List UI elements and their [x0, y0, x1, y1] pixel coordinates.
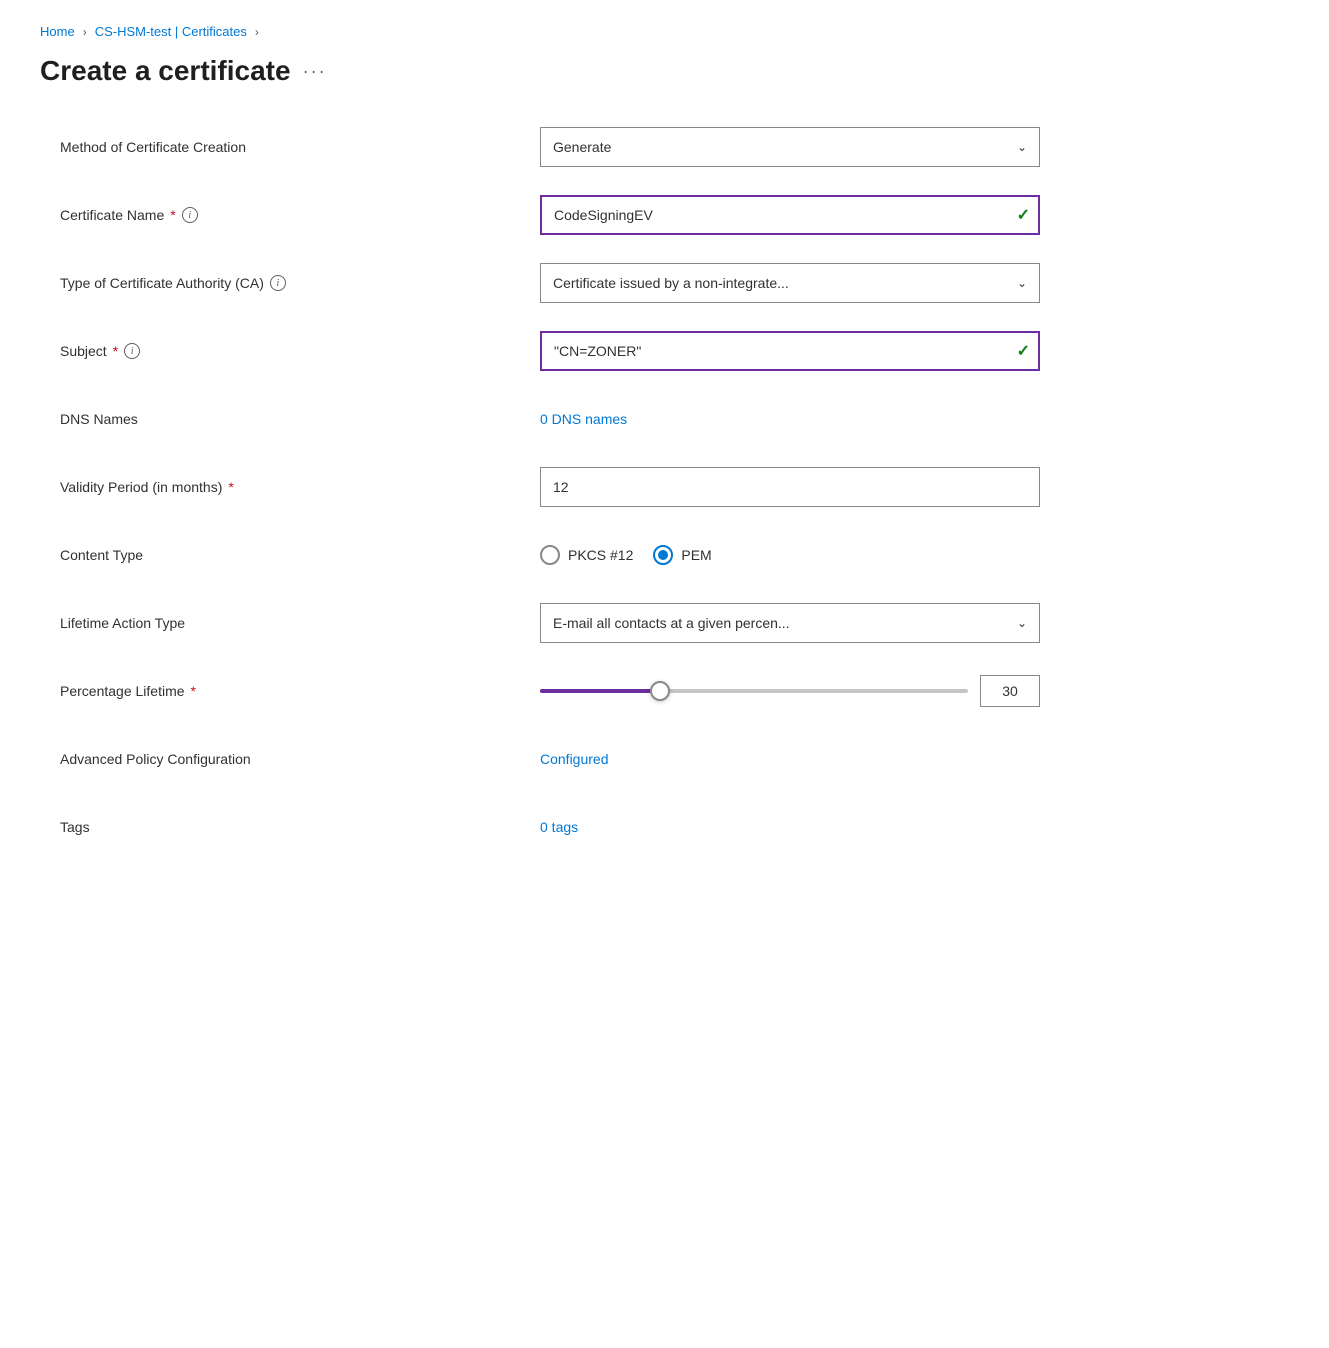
advanced-policy-link[interactable]: Configured — [540, 751, 609, 767]
label-percentage: Percentage Lifetime * — [60, 683, 540, 699]
page-header: Create a certificate ··· — [40, 55, 1289, 87]
label-validity: Validity Period (in months) * — [60, 479, 540, 495]
control-validity — [540, 467, 1140, 507]
select-ca-type[interactable]: Certificate issued by a non-integrate...… — [540, 263, 1040, 303]
select-ca-type-value: Certificate issued by a non-integrate... — [553, 275, 789, 291]
info-icon-subject[interactable]: i — [124, 343, 140, 359]
form-row-percentage: Percentage Lifetime * 30 — [60, 671, 1140, 711]
label-subject: Subject * i — [60, 343, 540, 359]
form-row-method: Method of Certificate Creation Generate … — [60, 127, 1140, 167]
chevron-down-icon: ⌄ — [1017, 140, 1027, 154]
label-dns: DNS Names — [60, 411, 540, 427]
label-tags: Tags — [60, 819, 540, 835]
radio-inner-pem — [658, 550, 668, 560]
control-percentage: 30 — [540, 675, 1140, 707]
radio-label-pem: PEM — [681, 547, 711, 563]
select-method[interactable]: Generate ⌄ — [540, 127, 1040, 167]
radio-pkcs12[interactable]: PKCS #12 — [540, 545, 633, 565]
select-method-value: Generate — [553, 139, 611, 155]
slider-thumb-percentage[interactable] — [650, 681, 670, 701]
check-mark-cert-name: ✓ — [1017, 205, 1030, 225]
chevron-down-icon-ca: ⌄ — [1017, 276, 1027, 290]
control-cert-name: ✓ — [540, 195, 1140, 235]
control-subject: ✓ — [540, 331, 1140, 371]
label-lifetime-action: Lifetime Action Type — [60, 615, 540, 631]
breadcrumb-separator-1: › — [83, 25, 87, 39]
form-row-cert-name: Certificate Name * i ✓ — [60, 195, 1140, 235]
required-star-percentage: * — [191, 683, 196, 699]
select-lifetime-action-value: E-mail all contacts at a given percen... — [553, 615, 790, 631]
form-row-dns: DNS Names 0 DNS names — [60, 399, 1140, 439]
more-options-icon[interactable]: ··· — [303, 61, 327, 82]
input-cert-name-wrapper: ✓ — [540, 195, 1040, 235]
form-row-ca-type: Type of Certificate Authority (CA) i Cer… — [60, 263, 1140, 303]
subject-input[interactable] — [540, 331, 1040, 371]
info-icon-ca-type[interactable]: i — [270, 275, 286, 291]
input-validity-wrapper — [540, 467, 1040, 507]
validity-input[interactable] — [540, 467, 1040, 507]
breadcrumb-certificates[interactable]: CS-HSM-test | Certificates — [95, 24, 247, 39]
radio-group-content-type: PKCS #12 PEM — [540, 545, 1140, 565]
info-icon-cert-name[interactable]: i — [182, 207, 198, 223]
label-advanced-policy: Advanced Policy Configuration — [60, 751, 540, 767]
form-row-advanced-policy: Advanced Policy Configuration Configured — [60, 739, 1140, 779]
control-tags: 0 tags — [540, 819, 1140, 835]
control-method: Generate ⌄ — [540, 127, 1140, 167]
radio-pem[interactable]: PEM — [653, 545, 711, 565]
chevron-down-icon-lifetime: ⌄ — [1017, 616, 1027, 630]
required-star-cert-name: * — [170, 207, 175, 223]
slider-container-percentage: 30 — [540, 675, 1040, 707]
slider-track-percentage[interactable] — [540, 689, 968, 693]
create-certificate-form: Method of Certificate Creation Generate … — [40, 127, 1140, 847]
form-row-subject: Subject * i ✓ — [60, 331, 1140, 371]
dns-names-link[interactable]: 0 DNS names — [540, 411, 627, 427]
label-ca-type: Type of Certificate Authority (CA) i — [60, 275, 540, 291]
tags-link[interactable]: 0 tags — [540, 819, 578, 835]
label-cert-name: Certificate Name * i — [60, 207, 540, 223]
check-mark-subject: ✓ — [1017, 341, 1030, 361]
radio-circle-pem[interactable] — [653, 545, 673, 565]
control-content-type: PKCS #12 PEM — [540, 545, 1140, 565]
form-row-tags: Tags 0 tags — [60, 807, 1140, 847]
page-title: Create a certificate — [40, 55, 291, 87]
required-star-subject: * — [113, 343, 118, 359]
required-star-validity: * — [228, 479, 233, 495]
input-subject-wrapper: ✓ — [540, 331, 1040, 371]
control-lifetime-action: E-mail all contacts at a given percen...… — [540, 603, 1140, 643]
slider-value-percentage: 30 — [980, 675, 1040, 707]
cert-name-input[interactable] — [540, 195, 1040, 235]
breadcrumb-home[interactable]: Home — [40, 24, 75, 39]
breadcrumb: Home › CS-HSM-test | Certificates › — [40, 24, 1289, 39]
radio-label-pkcs12: PKCS #12 — [568, 547, 633, 563]
form-row-content-type: Content Type PKCS #12 PEM — [60, 535, 1140, 575]
select-lifetime-action[interactable]: E-mail all contacts at a given percen...… — [540, 603, 1040, 643]
label-method: Method of Certificate Creation — [60, 139, 540, 155]
control-ca-type: Certificate issued by a non-integrate...… — [540, 263, 1140, 303]
form-row-lifetime-action: Lifetime Action Type E-mail all contacts… — [60, 603, 1140, 643]
label-content-type: Content Type — [60, 547, 540, 563]
breadcrumb-separator-2: › — [255, 25, 259, 39]
radio-circle-pkcs12[interactable] — [540, 545, 560, 565]
control-advanced-policy: Configured — [540, 751, 1140, 767]
form-row-validity: Validity Period (in months) * — [60, 467, 1140, 507]
control-dns: 0 DNS names — [540, 411, 1140, 427]
